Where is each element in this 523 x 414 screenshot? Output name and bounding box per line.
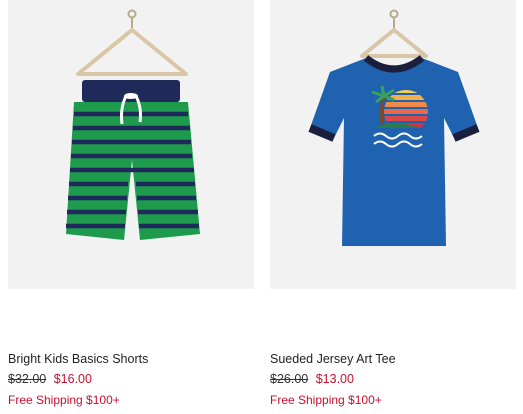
shipping-note: Free Shipping $100+ <box>270 393 382 407</box>
original-price: $32.00 <box>8 372 47 386</box>
product-title[interactable]: Bright Kids Basics Shorts <box>8 352 148 366</box>
product-title[interactable]: Sueded Jersey Art Tee <box>270 352 396 366</box>
palm-tree-tshirt-illustration <box>308 9 480 246</box>
product-card[interactable]: Sueded Jersey Art Tee $26.00 $13.00 Free… <box>270 0 516 407</box>
original-price: $26.00 <box>270 372 309 386</box>
price-row: $32.00 $16.00 <box>8 372 92 386</box>
product-image-tee[interactable] <box>270 0 516 289</box>
shipping-note: Free Shipping $100+ <box>8 393 120 407</box>
sale-price: $16.00 <box>53 372 92 386</box>
product-image-shorts[interactable] <box>8 0 254 289</box>
striped-shorts-illustration <box>66 9 200 240</box>
product-card[interactable]: Bright Kids Basics Shorts $32.00 $16.00 … <box>8 0 254 407</box>
price-row: $26.00 $13.00 <box>270 372 354 386</box>
sale-price: $13.00 <box>315 372 354 386</box>
